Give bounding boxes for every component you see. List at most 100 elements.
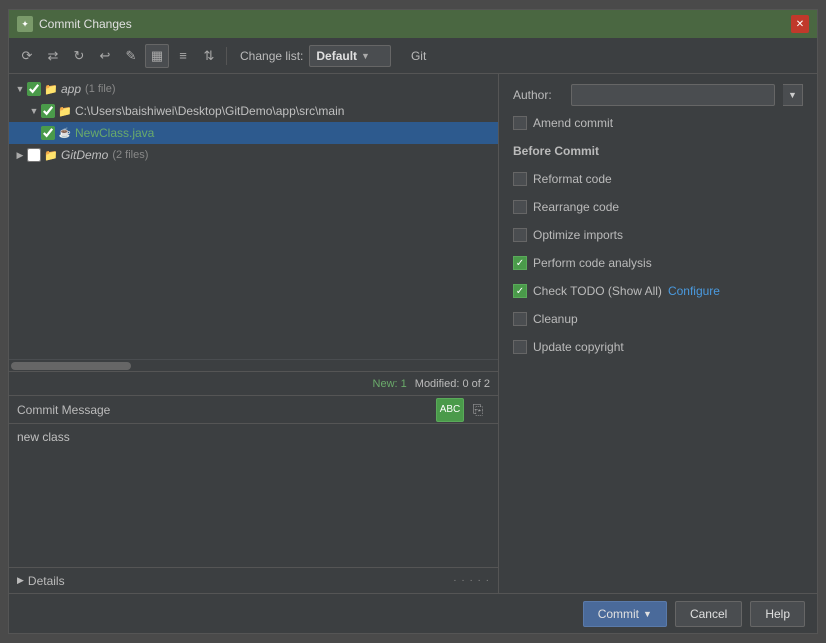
amend-checkbox[interactable] [513,116,527,130]
file-tree: ▼ 📁 app (1 file) ▼ 📁 C:\Users\baishiwei\… [9,74,498,359]
scrollbar-thumb[interactable] [11,362,131,370]
option-row-optimize: Optimize imports [513,224,803,246]
commit-message-input[interactable]: new class [9,424,498,564]
dialog-title: Commit Changes [39,17,132,31]
commit-message-section: Commit Message ABC ⎘ new class [9,395,498,567]
cancel-button[interactable]: Cancel [675,601,742,627]
option-row-checktodo: ✓ Check TODO (Show All) Configure [513,280,803,302]
commit-label: Commit [598,607,639,621]
cleanup-checkbox[interactable] [513,312,527,326]
left-panel: ▼ 📁 app (1 file) ▼ 📁 C:\Users\baishiwei\… [9,74,499,593]
tree-checkbox-newclass[interactable] [41,126,55,140]
author-label: Author: [513,88,563,102]
changelist-dropdown[interactable]: Default ▼ [309,45,391,67]
details-label: Details [28,574,65,588]
toolbar-btn-5[interactable]: ✎ [119,44,143,68]
reformat-label: Reformat code [533,172,612,186]
bottom-bar: Commit ▼ Cancel Help [9,593,817,633]
tree-checkbox-gitdemo[interactable] [27,148,41,162]
dropdown-arrow-icon: ▼ [361,51,370,61]
changelist-value: Default [316,49,357,63]
tree-checkbox-path[interactable] [41,104,55,118]
option-row-copyright: Update copyright [513,336,803,358]
commit-msg-tools: ABC ⎘ [436,398,490,422]
cleanup-label: Cleanup [533,312,578,326]
folder-icon: 📁 [44,82,58,96]
commit-dialog: ✦ Commit Changes ✕ ⟳ ⇄ ↻ ↩ ✎ ▦ ≡ ⇅ Chang… [8,9,818,634]
git-tab[interactable]: Git [405,47,432,65]
details-bar: ▶ Details · · · · · [9,567,498,593]
tree-item-gitdemo[interactable]: ▶ 📁 GitDemo (2 files) [9,144,498,166]
close-button[interactable]: ✕ [791,15,809,33]
commit-msg-header: Commit Message ABC ⎘ [9,396,498,424]
toolbar-btn-4[interactable]: ↩ [93,44,117,68]
tree-expand-arrow-path: ▼ [27,106,41,116]
option-row-cleanup: Cleanup [513,308,803,330]
reformat-checkbox[interactable] [513,172,527,186]
tree-expand-arrow-gitdemo: ▶ [13,150,27,161]
changelist-label: Change list: [240,49,303,63]
java-file-icon: ☕ [58,126,72,140]
optimize-checkbox[interactable] [513,228,527,242]
folder-icon-gitdemo: 📁 [44,148,58,162]
checktodo-checkbox[interactable]: ✓ [513,284,527,298]
tree-label-newclass: NewClass.java [75,126,154,140]
option-row-rearrange: Rearrange code [513,196,803,218]
tree-label-path: C:\Users\baishiwei\Desktop\GitDemo\app\s… [75,104,344,118]
commit-msg-copy-btn[interactable]: ⎘ [466,398,490,422]
toolbar-btn-2[interactable]: ⇄ [41,44,65,68]
tree-label-app: app [61,82,81,96]
details-expand[interactable]: ▶ Details [17,574,65,588]
folder-icon-path: 📁 [58,104,72,118]
spell-check-btn[interactable]: ABC [436,398,464,422]
toolbar-separator [226,47,227,65]
title-bar-left: ✦ Commit Changes [17,16,132,32]
option-row-codeanalysis: ✓ Perform code analysis [513,252,803,274]
optimize-label: Optimize imports [533,228,623,242]
author-input[interactable] [571,84,775,106]
app-icon: ✦ [17,16,33,32]
right-panel: Author: ▼ Amend commit Before Commit Ref… [499,74,817,593]
before-commit-title: Before Commit [513,144,803,158]
toolbar: ⟳ ⇄ ↻ ↩ ✎ ▦ ≡ ⇅ Change list: Default ▼ G… [9,38,817,74]
details-arrow-icon: ▶ [17,575,24,586]
copyright-checkbox[interactable] [513,340,527,354]
scrollbar-area [9,359,498,371]
commit-button[interactable]: Commit ▼ [583,601,667,627]
status-bar: New: 1 Modified: 0 of 2 [9,371,498,395]
tree-checkbox-app[interactable] [27,82,41,96]
toolbar-btn-8[interactable]: ⇅ [197,44,221,68]
tree-item-app[interactable]: ▼ 📁 app (1 file) [9,78,498,100]
tree-item-path[interactable]: ▼ 📁 C:\Users\baishiwei\Desktop\GitDemo\a… [9,100,498,122]
rearrange-label: Rearrange code [533,200,619,214]
commit-arrow-icon: ▼ [643,609,652,619]
status-modified: Modified: 0 of 2 [415,378,490,390]
help-button[interactable]: Help [750,601,805,627]
status-new: New: 1 [373,378,407,390]
tree-item-newclass[interactable]: ☕ NewClass.java [9,122,498,144]
toolbar-btn-1[interactable]: ⟳ [15,44,39,68]
tree-label-gitdemo: GitDemo [61,148,108,162]
option-row-reformat: Reformat code [513,168,803,190]
tree-count-gitdemo: (2 files) [112,149,148,161]
codeanalysis-checkbox[interactable]: ✓ [513,256,527,270]
tree-expand-arrow: ▼ [13,84,27,94]
toolbar-btn-3[interactable]: ↻ [67,44,91,68]
commit-msg-label: Commit Message [17,403,110,417]
amend-label: Amend commit [533,116,613,130]
configure-link[interactable]: Configure [668,284,720,298]
rearrange-checkbox[interactable] [513,200,527,214]
toolbar-btn-6[interactable]: ▦ [145,44,169,68]
changelist-area: Change list: Default ▼ Git [240,45,432,67]
toolbar-btn-7[interactable]: ≡ [171,44,195,68]
copyright-label: Update copyright [533,340,624,354]
amend-row: Amend commit [513,116,803,130]
title-bar: ✦ Commit Changes ✕ [9,10,817,38]
main-content: ▼ 📁 app (1 file) ▼ 📁 C:\Users\baishiwei\… [9,74,817,593]
checktodo-label: Check TODO (Show All) [533,284,662,298]
tree-count-app: (1 file) [85,83,116,95]
details-dots: · · · · · [453,575,490,586]
codeanalysis-label: Perform code analysis [533,256,652,270]
author-dropdown-btn[interactable]: ▼ [783,84,803,106]
author-row: Author: ▼ [513,84,803,106]
